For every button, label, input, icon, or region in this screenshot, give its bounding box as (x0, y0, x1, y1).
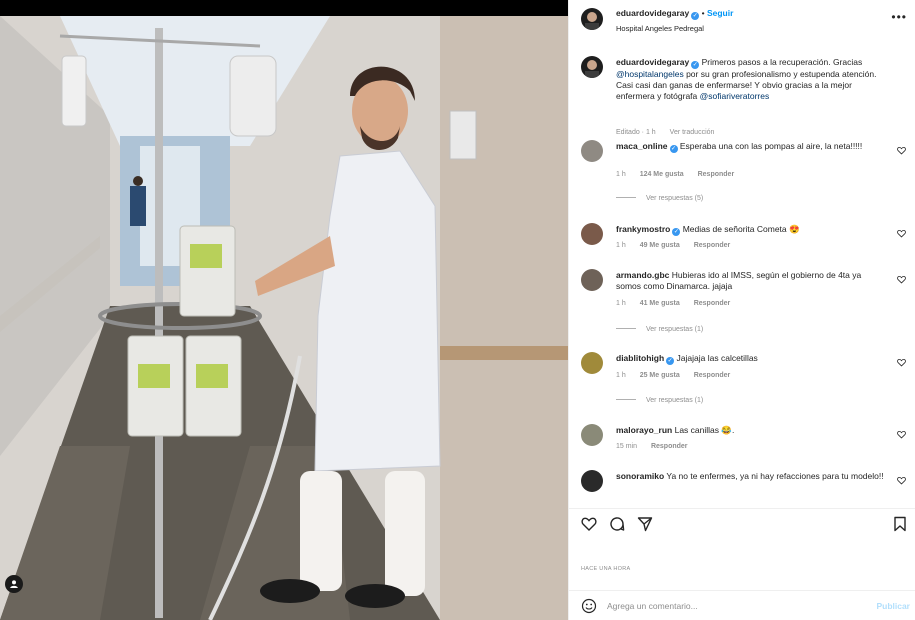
follow-button[interactable]: Seguir (707, 8, 733, 18)
bookmark-icon[interactable] (892, 516, 908, 532)
comment-likes[interactable]: 49 Me gusta (640, 242, 680, 249)
commenter-avatar[interactable] (581, 269, 603, 291)
post-time-ago[interactable]: HACE UNA HORA (581, 566, 630, 572)
commenter-username[interactable]: diablitohigh (616, 353, 664, 363)
comment-body: Las canillas 😂. (674, 425, 735, 435)
add-comment-bar: Publicar (569, 590, 915, 620)
commenter-username[interactable]: sonoramiko (616, 471, 664, 481)
comments-list[interactable]: eduardovidegaray ✓ Primeros pasos a la re… (569, 40, 915, 500)
comment-body: Medias de señorita Cometa 😍 (682, 224, 800, 234)
commenter-avatar[interactable] (581, 470, 603, 492)
heart-icon[interactable] (897, 146, 906, 155)
commenter-avatar[interactable] (581, 352, 603, 374)
author-username[interactable]: eduardovidegaray (616, 8, 689, 18)
commenter-username[interactable]: armando.gbc (616, 270, 669, 280)
caption-meta: Editado · 1 h Ver traducción (616, 129, 726, 136)
comment-time: 1 h (616, 300, 626, 307)
comment-meta: 1 h 25 Me gusta Responder (616, 372, 742, 379)
author-avatar[interactable] (581, 8, 603, 30)
comment-meta: 1 h 41 Me gusta Responder (616, 300, 742, 307)
mention-link[interactable]: @hospitalangeles (616, 69, 684, 79)
mention-link[interactable]: @sofiariveratorres (700, 91, 770, 101)
comment-body: Ya no te enfermes, ya ni hay refacciones… (666, 471, 884, 481)
emoji-icon[interactable] (581, 598, 597, 614)
post-photo[interactable] (0, 0, 568, 620)
heart-icon[interactable] (581, 516, 597, 532)
reply-button[interactable]: Responder (694, 300, 731, 307)
commenter-username[interactable]: malorayo_run (616, 425, 672, 435)
post-side-panel: eduardovidegaray ✓ • Seguir Hospital Ange… (568, 0, 915, 620)
comment-body: Esperaba una con las pompas al aire, la … (679, 141, 863, 151)
comment-time: 15 min (616, 443, 638, 450)
comment-time: 1 h (616, 242, 626, 249)
edited-label: Editado · 1 h (616, 129, 656, 136)
caption-username[interactable]: eduardovidegaray (616, 57, 689, 67)
heart-icon[interactable] (897, 358, 906, 367)
author-avatar[interactable] (581, 56, 603, 78)
comment-likes[interactable]: 124 Me gusta (640, 171, 684, 178)
view-replies[interactable]: Ver respuestas (5) (616, 195, 703, 202)
reply-button[interactable]: Responder (694, 242, 731, 249)
commenter-username[interactable]: frankymostro (616, 224, 670, 234)
heart-icon[interactable] (897, 476, 906, 485)
post-header: eduardovidegaray ✓ • Seguir Hospital Ange… (569, 0, 915, 40)
comment-text: frankymostro ✓ Medias de señorita Cometa … (616, 224, 888, 236)
heart-icon[interactable] (897, 275, 906, 284)
heart-icon[interactable] (897, 430, 906, 439)
verified-badge-icon: ✓ (672, 228, 681, 236)
comment-body: Jajajaja las calcetillas (676, 353, 758, 363)
translate-link[interactable]: Ver traducción (670, 129, 715, 136)
reply-button[interactable]: Responder (694, 372, 731, 379)
comment-likes[interactable]: 41 Me gusta (640, 300, 680, 307)
caption-text-part: Primeros pasos a la recuperación. Gracia… (701, 57, 863, 67)
heart-icon[interactable] (897, 229, 906, 238)
reply-button[interactable]: Responder (698, 171, 735, 178)
comment-text: maca_online ✓ Esperaba una con las pompas… (616, 141, 888, 153)
comment-text: malorayo_run Las canillas 😂. (616, 425, 888, 436)
hospital-hallway-image (0, 16, 568, 620)
verified-badge-icon: ✓ (669, 145, 678, 153)
comment-icon[interactable] (609, 516, 625, 532)
more-horizontal-icon[interactable]: ••• (891, 10, 907, 24)
caption-text: eduardovidegaray ✓ Primeros pasos a la re… (616, 57, 888, 102)
user-tag-icon[interactable] (5, 575, 23, 593)
verified-badge-icon: ✓ (666, 357, 675, 365)
verified-badge-icon: ✓ (691, 61, 700, 69)
post-actions (569, 508, 915, 536)
comment-meta: 1 h 124 Me gusta Responder (616, 171, 746, 178)
view-replies[interactable]: Ver respuestas (1) (616, 326, 703, 333)
commenter-avatar[interactable] (581, 424, 603, 446)
comment-text: armando.gbc Hubieras ido al IMSS, según … (616, 270, 888, 292)
comment-text: diablitohigh ✓ Jajajaja las calcetillas (616, 353, 888, 365)
commenter-avatar[interactable] (581, 140, 603, 162)
view-replies[interactable]: Ver respuestas (1) (616, 397, 703, 404)
comment-time: 1 h (616, 372, 626, 379)
publish-button[interactable]: Publicar (876, 601, 910, 611)
comment-text: sonoramiko Ya no te enfermes, ya ni hay … (616, 471, 888, 482)
photo-top-band (0, 0, 568, 16)
comment-input[interactable] (607, 598, 857, 614)
post-location[interactable]: Hospital Angeles Pedregal (616, 24, 704, 33)
reply-button[interactable]: Responder (651, 443, 688, 450)
comment-meta: 1 h 49 Me gusta Responder (616, 242, 742, 249)
comment-likes[interactable]: 25 Me gusta (640, 372, 680, 379)
commenter-avatar[interactable] (581, 223, 603, 245)
share-icon[interactable] (637, 516, 653, 532)
verified-badge-icon: ✓ (691, 12, 700, 20)
comment-meta: 15 min Responder (616, 443, 700, 450)
comment-time: 1 h (616, 171, 626, 178)
commenter-username[interactable]: maca_online (616, 141, 668, 151)
